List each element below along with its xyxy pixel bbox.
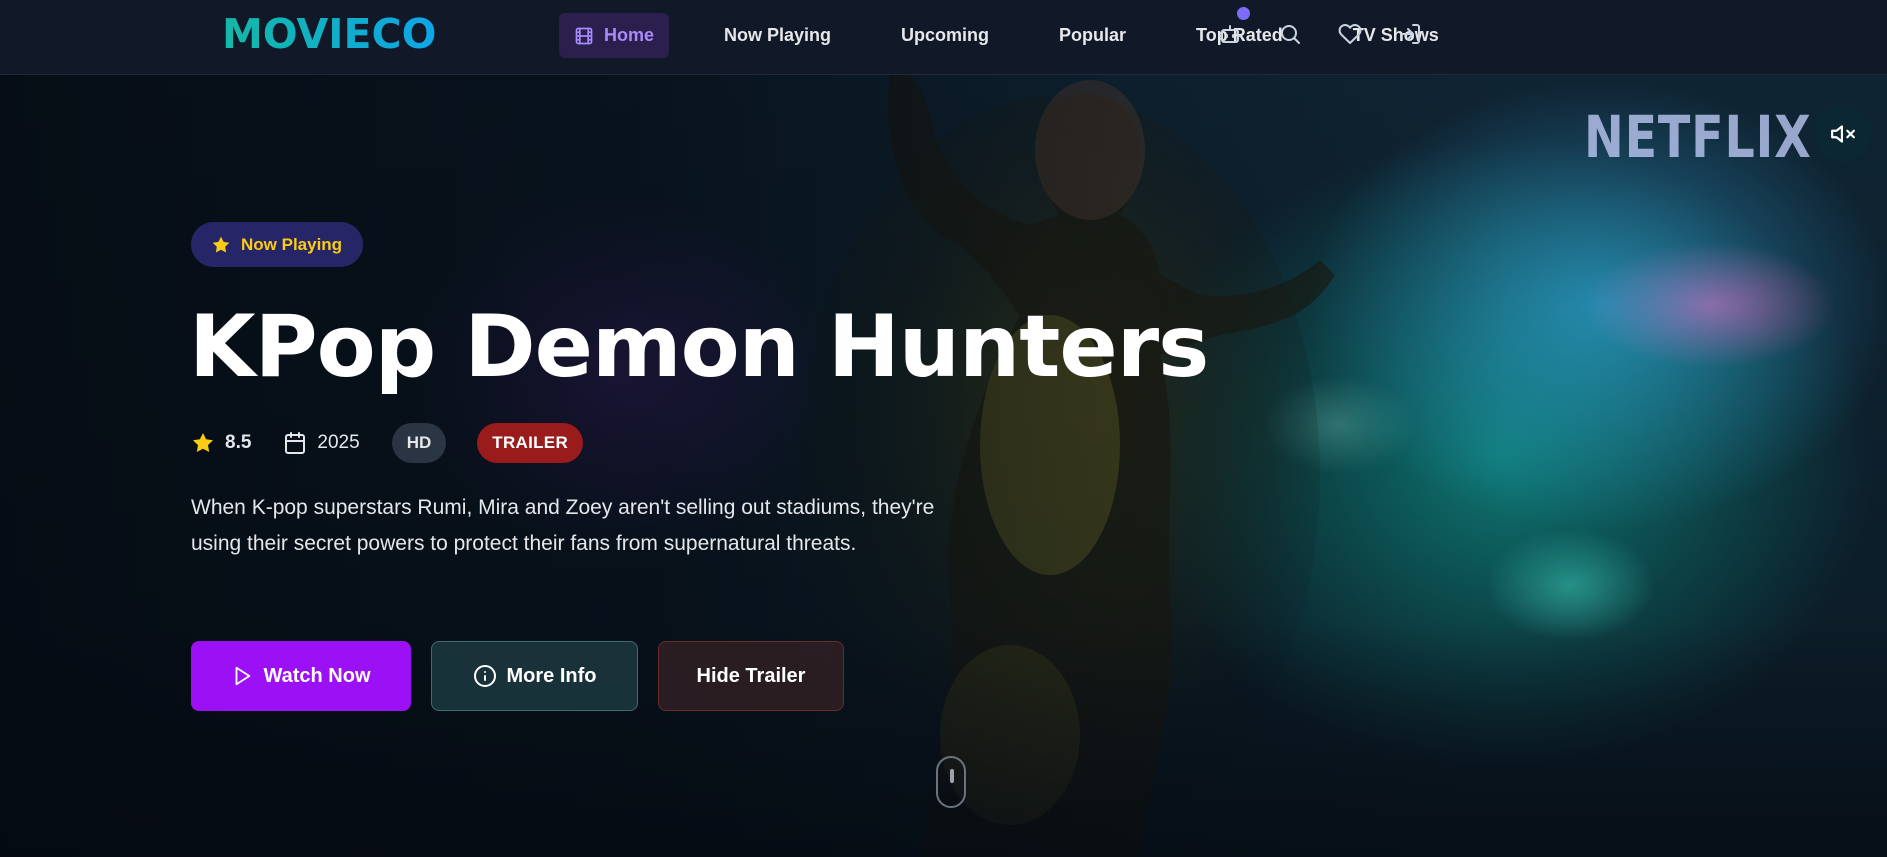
site-logo[interactable]: MOVIECO [222, 10, 437, 58]
calendar-icon [285, 432, 306, 454]
now-playing-badge: Now Playing [191, 222, 364, 267]
nav-item-now-playing[interactable]: Now Playing [724, 13, 831, 58]
year-value: 2025 [317, 432, 360, 453]
login-button[interactable] [1396, 20, 1424, 48]
movie-meta: 8.5 2025 HD TRAILER [191, 423, 584, 463]
heart-icon [1338, 24, 1362, 44]
bot-icon [1219, 25, 1241, 43]
hero-actions: Watch Now More Info Hide Trailer [191, 641, 864, 711]
rating: 8.5 [191, 431, 251, 455]
hero-gradient-overlay [0, 75, 1887, 857]
volume-mute-icon [1830, 124, 1855, 143]
play-icon [236, 666, 251, 686]
movie-title: KPop Demon Hunters [189, 297, 1209, 397]
more-info-label: More Info [506, 664, 597, 687]
search-button[interactable] [1276, 20, 1304, 48]
nav-item-home[interactable]: Home [559, 13, 670, 58]
login-icon [1400, 24, 1420, 44]
scroll-indicator-dot [950, 769, 954, 783]
hide-trailer-label: Hide Trailer [696, 664, 806, 687]
info-icon [473, 665, 496, 687]
rating-value: 8.5 [225, 432, 252, 453]
movie-description: When K-pop superstars Rumi, Mira and Zoe… [191, 496, 935, 555]
more-info-button[interactable]: More Info [431, 641, 638, 711]
star-icon [193, 433, 213, 453]
film-icon [575, 27, 593, 44]
star-icon [212, 236, 230, 253]
badge-label: Now Playing [241, 234, 343, 254]
hide-trailer-button[interactable]: Hide Trailer [658, 641, 844, 711]
trailer-badge: TRAILER [477, 423, 584, 463]
nav-item-upcoming[interactable]: Upcoming [901, 13, 989, 58]
search-icon [1281, 25, 1300, 44]
release-year: 2025 [283, 431, 360, 455]
nav-item-popular[interactable]: Popular [1059, 13, 1126, 58]
scroll-indicator[interactable] [936, 756, 966, 808]
hero-banner: NETFLIX Now Playing KPop Demon Hunters 8… [0, 75, 1887, 857]
favorites-button[interactable] [1336, 20, 1364, 48]
watch-now-label: Watch Now [263, 664, 371, 687]
studio-logo: NETFLIX [1584, 103, 1812, 171]
ai-assistant-button[interactable] [1216, 7, 1250, 48]
quality-badge: HD [391, 423, 447, 463]
watch-now-button[interactable]: Watch Now [191, 641, 411, 711]
notification-dot [1237, 7, 1250, 20]
nav-actions [1216, 7, 1424, 48]
nav-label-home: Home [604, 25, 655, 45]
top-navbar: MOVIECO Home Now Playing Upcoming Popula… [0, 0, 1887, 75]
mute-toggle-button[interactable] [1814, 105, 1871, 162]
